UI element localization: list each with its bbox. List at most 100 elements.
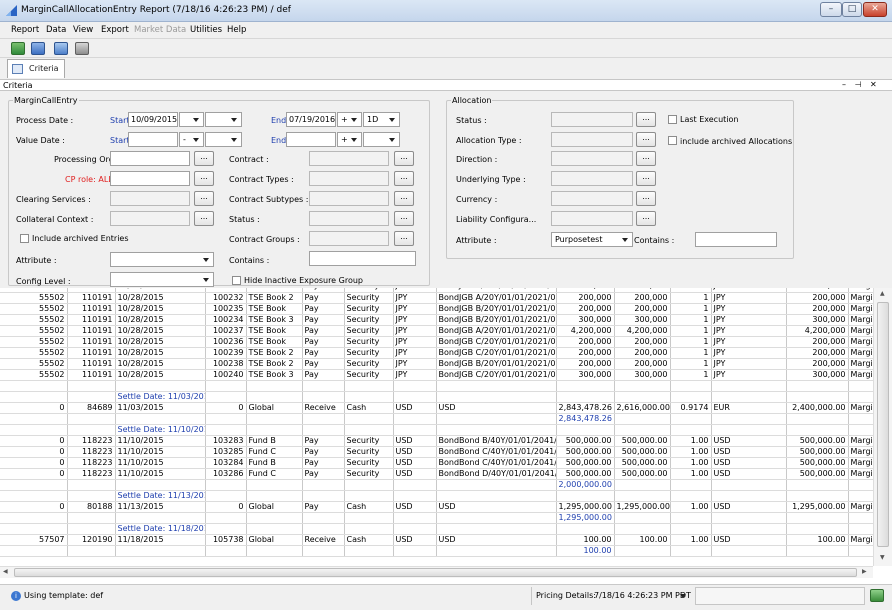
minimize-button[interactable]: –: [820, 2, 842, 17]
process-end-period-dropdown[interactable]: 1D: [363, 112, 400, 127]
include-archived-entries-checkbox[interactable]: [20, 234, 29, 243]
cp-role-input[interactable]: [110, 171, 190, 186]
delete-icon[interactable]: [31, 42, 45, 55]
report-grid[interactable]: 5550211019110/28/2015100233TSE Book 3Pay…: [0, 288, 873, 566]
status-input[interactable]: [309, 211, 389, 226]
table-row[interactable]: 0 118223 11/10/2015 103286 Fund C Pay Security…: [0, 468, 873, 480]
liability-config-input[interactable]: [551, 211, 633, 226]
underlying-type-button[interactable]: ...: [636, 171, 656, 186]
close-button[interactable]: ✕: [863, 2, 887, 17]
scroll-left-icon[interactable]: ◀: [3, 568, 8, 575]
settle-date-row[interactable]: Settle Date: 11/10/2015: [0, 424, 873, 436]
horizontal-scroll-thumb[interactable]: [14, 568, 857, 577]
currency-button[interactable]: ...: [636, 191, 656, 206]
settle-date-row[interactable]: Settle Date: 11/13/2015: [0, 490, 873, 502]
vertical-scrollbar[interactable]: ▲ ▼: [873, 288, 892, 566]
subtotal-row[interactable]: 1,295,000.00: [0, 512, 873, 524]
table-row[interactable]: 0 118223 11/10/2015 103285 Fund C Pay Security…: [0, 446, 873, 458]
tab-criteria[interactable]: Criteria: [7, 59, 65, 78]
scroll-down-icon[interactable]: ▼: [880, 554, 885, 561]
table-row[interactable]: 55502 110191 10/28/2015 100236 TSE Book Pay Se…: [0, 336, 873, 348]
subtotal-row[interactable]: 100.00: [0, 545, 873, 557]
vertical-scroll-thumb[interactable]: [877, 302, 889, 547]
subtotal-row[interactable]: 2,843,478.26: [0, 413, 873, 425]
underlying-type-input[interactable]: [551, 171, 633, 186]
cp-role-label[interactable]: CP role: ALL: [65, 175, 113, 184]
menu-report[interactable]: Report: [11, 25, 39, 35]
currency-input[interactable]: [551, 191, 633, 206]
menu-market-data[interactable]: Market Data: [134, 25, 186, 35]
contract-groups-input[interactable]: [309, 231, 389, 246]
table-row[interactable]: 0 80188 11/13/2015 0 Global Pay Cash USD USD 1,29…: [0, 501, 873, 513]
settle-date-row[interactable]: Settle Date: 11/03/2015: [0, 391, 873, 403]
table-row[interactable]: 55502 110191 10/28/2015 100239 TSE Book 2 Pay…: [0, 347, 873, 359]
table-row[interactable]: 57507 120190 11/18/2015 105738 Global Receive…: [0, 534, 873, 546]
process-start-dropdown[interactable]: [179, 112, 204, 127]
menu-help[interactable]: Help: [227, 25, 246, 35]
contract-input[interactable]: [309, 151, 389, 166]
refresh-icon[interactable]: [870, 589, 884, 602]
alloc-status-input[interactable]: [551, 112, 633, 127]
table-row[interactable]: 0 84689 11/03/2015 0 Global Receive Cash USD USD…: [0, 402, 873, 414]
collateral-context-input[interactable]: [110, 211, 190, 226]
include-archived-allocations-checkbox[interactable]: [668, 136, 677, 145]
processing-org-button[interactable]: ...: [194, 151, 214, 166]
clearing-services-button[interactable]: ...: [194, 191, 214, 206]
cp-role-button[interactable]: ...: [194, 171, 214, 186]
value-end-date-input[interactable]: [286, 132, 336, 147]
alloc-type-input[interactable]: [551, 132, 633, 147]
hide-inactive-checkbox[interactable]: [232, 276, 241, 285]
contract-subtypes-input[interactable]: [309, 191, 389, 206]
value-start-period-dropdown[interactable]: [205, 132, 242, 147]
table-row[interactable]: 55502 110191 10/28/2015 100232 TSE Book 2 Pay…: [0, 292, 873, 304]
pricing-details-value[interactable]: 7/18/16 4:26:23 PM PDT: [594, 591, 691, 600]
config-level-dropdown[interactable]: [110, 272, 214, 287]
blank-row[interactable]: [0, 380, 873, 392]
value-start-minus-dropdown[interactable]: -: [179, 132, 204, 147]
status-button[interactable]: ...: [394, 211, 414, 226]
direction-button[interactable]: ...: [636, 151, 656, 166]
table-row[interactable]: 0 118223 11/10/2015 103284 Fund B Pay Security…: [0, 457, 873, 469]
table-row[interactable]: 55502 110191 10/28/2015 100235 TSE Book Pay Se…: [0, 303, 873, 315]
print-icon[interactable]: [75, 42, 89, 55]
liability-config-button[interactable]: ...: [636, 211, 656, 226]
save-icon[interactable]: [54, 42, 68, 55]
subtotal-row[interactable]: 2,000,000.00: [0, 479, 873, 491]
menu-export[interactable]: Export: [101, 25, 129, 35]
alloc-status-button[interactable]: ...: [636, 112, 656, 127]
last-execution-checkbox[interactable]: [668, 115, 677, 124]
collateral-context-button[interactable]: ...: [194, 211, 214, 226]
process-end-plus-dropdown[interactable]: +: [337, 112, 362, 127]
direction-input[interactable]: [551, 151, 633, 166]
contract-types-button[interactable]: ...: [394, 171, 414, 186]
menu-utilities[interactable]: Utilities: [190, 25, 222, 35]
contract-subtypes-button[interactable]: ...: [394, 191, 414, 206]
menu-data[interactable]: Data: [46, 25, 66, 35]
alloc-type-button[interactable]: ...: [636, 132, 656, 147]
value-start-date-input[interactable]: [128, 132, 178, 147]
clearing-services-input[interactable]: [110, 191, 190, 206]
scroll-up-icon[interactable]: ▲: [880, 290, 885, 297]
horizontal-scrollbar[interactable]: ◀ ▶: [0, 566, 873, 578]
contains-input[interactable]: [309, 251, 416, 266]
value-end-plus-dropdown[interactable]: +: [337, 132, 362, 147]
pricing-dropdown-icon[interactable]: [680, 594, 686, 598]
table-row[interactable]: 0 118223 11/10/2015 103283 Fund B Pay Security…: [0, 435, 873, 447]
maximize-button[interactable]: □: [842, 2, 862, 17]
process-end-date-input[interactable]: 07/19/2016: [286, 112, 336, 127]
panel-controls[interactable]: – ⊣ ✕: [842, 80, 880, 89]
contract-groups-button[interactable]: ...: [394, 231, 414, 246]
alloc-contains-input[interactable]: [695, 232, 777, 247]
table-row[interactable]: 55502 110191 10/28/2015 100237 TSE Book Pay Se…: [0, 325, 873, 337]
table-row[interactable]: 55502 110191 10/28/2015 100238 TSE Book 2 Pay…: [0, 358, 873, 370]
contract-button[interactable]: ...: [394, 151, 414, 166]
process-start-period-dropdown[interactable]: [205, 112, 242, 127]
scroll-right-icon[interactable]: ▶: [862, 568, 867, 575]
menu-view[interactable]: View: [73, 25, 93, 35]
alloc-attribute-dropdown[interactable]: Purposetest: [551, 232, 633, 247]
table-row[interactable]: 55502 110191 10/28/2015 100240 TSE Book 3 Pay…: [0, 369, 873, 381]
value-end-period-dropdown[interactable]: [363, 132, 400, 147]
processing-org-input[interactable]: [110, 151, 190, 166]
attribute-dropdown[interactable]: [110, 252, 214, 267]
load-icon[interactable]: [11, 42, 25, 55]
